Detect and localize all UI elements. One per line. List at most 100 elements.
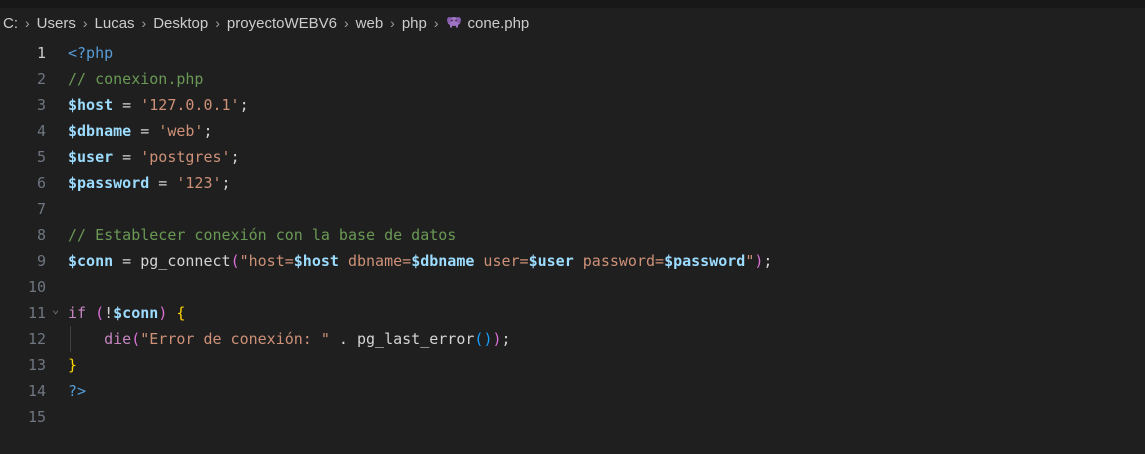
breadcrumb-desktop[interactable]: Desktop xyxy=(153,15,208,32)
code-line[interactable]: 4 $dbname = 'web'; xyxy=(0,118,1145,144)
code-line[interactable]: 1 <?php xyxy=(0,40,1145,66)
line-number: 11 xyxy=(27,304,46,322)
code-line[interactable]: 7 xyxy=(0,196,1145,222)
chevron-right-icon: › xyxy=(215,15,220,31)
code-token: 'web' xyxy=(158,122,204,140)
code-token: . xyxy=(329,330,357,348)
code-token: $dbname xyxy=(411,252,475,270)
code-text: $host = '127.0.0.1'; xyxy=(68,92,249,118)
line-number: 1 xyxy=(36,44,46,62)
code-line[interactable]: 9 $conn = pg_connect("host=$host dbname=$… xyxy=(0,248,1145,274)
code-token: $host xyxy=(68,96,114,114)
code-token: ; xyxy=(203,122,213,140)
code-token: ; xyxy=(763,252,773,270)
code-token: = xyxy=(113,252,141,270)
chevron-right-icon: › xyxy=(390,15,395,31)
code-token: $password xyxy=(664,252,746,270)
code-token: pg_connect xyxy=(140,252,231,270)
code-text: $dbname = 'web'; xyxy=(68,118,213,144)
line-number: 4 xyxy=(36,122,46,140)
code-token: ; xyxy=(230,148,240,166)
code-text: // Establecer conexión con la base de da… xyxy=(68,222,456,248)
line-number: 14 xyxy=(27,382,46,400)
code-line[interactable]: 10 xyxy=(0,274,1145,300)
line-number: 7 xyxy=(36,200,46,218)
code-token: password= xyxy=(573,252,665,270)
code-text: $user = 'postgres'; xyxy=(68,144,240,170)
code-line[interactable]: 3 $host = '127.0.0.1'; xyxy=(0,92,1145,118)
code-token: ?> xyxy=(68,382,87,400)
line-number: 10 xyxy=(27,278,46,296)
code-editor[interactable]: 1 <?php 2 // conexion.php 3 $host = '127.0.0.… xyxy=(0,38,1145,454)
code-line[interactable]: 12 die("Error de conexión: " . pg_last_e… xyxy=(0,326,1145,352)
breadcrumb-drive[interactable]: C: xyxy=(3,15,18,32)
code-token: if xyxy=(68,304,87,322)
code-line[interactable]: 13} xyxy=(0,352,1145,378)
code-line[interactable]: 5 $user = 'postgres'; xyxy=(0,144,1145,170)
breadcrumb-file[interactable]: cone.php xyxy=(468,15,530,32)
code-token: $dbname xyxy=(68,122,132,140)
code-token: // conexion.php xyxy=(68,70,204,88)
code-token: = xyxy=(113,148,141,166)
chevron-right-icon: › xyxy=(25,15,30,31)
breadcrumb-project[interactable]: proyectoWEBV6 xyxy=(227,15,337,32)
code-token: $conn xyxy=(113,304,159,322)
code-text: $conn = pg_connect("host=$host dbname=$d… xyxy=(68,248,772,274)
code-text: } xyxy=(68,352,77,378)
code-token: } xyxy=(68,356,78,374)
line-number: 8 xyxy=(36,226,46,244)
line-number: 12 xyxy=(27,330,46,348)
code-token: { xyxy=(176,304,186,322)
code-token: "Error de conexión: " xyxy=(140,330,330,348)
code-text: if (!$conn) { xyxy=(68,300,185,326)
code-token: ! xyxy=(104,304,114,322)
chevron-down-icon[interactable]: ⌄ xyxy=(52,296,59,322)
breadcrumb-php[interactable]: php xyxy=(402,15,427,32)
breadcrumb-users[interactable]: Users xyxy=(37,15,76,32)
code-token: '127.0.0.1' xyxy=(140,96,240,114)
code-token: dbname= xyxy=(338,252,412,270)
code-token: = xyxy=(149,174,177,192)
code-line[interactable]: 2 // conexion.php xyxy=(0,66,1145,92)
line-number: 9 xyxy=(36,252,46,270)
code-token: ( xyxy=(230,252,240,270)
code-line[interactable]: 14 ?> xyxy=(0,378,1145,404)
code-token: ; xyxy=(501,330,511,348)
code-token: = xyxy=(113,96,141,114)
chevron-right-icon: › xyxy=(343,15,349,31)
code-token: $conn xyxy=(68,252,114,270)
line-number: 2 xyxy=(36,70,46,88)
code-token: $host xyxy=(293,252,339,270)
code-token: $user xyxy=(528,252,574,270)
code-token: ) xyxy=(492,330,502,348)
code-text: $password = '123'; xyxy=(68,170,231,196)
code-line[interactable]: 6 $password = '123'; xyxy=(0,170,1145,196)
code-text: // conexion.php xyxy=(68,66,203,92)
breadcrumb-lucas[interactable]: Lucas xyxy=(95,15,135,32)
code-line[interactable]: 15 xyxy=(0,404,1145,430)
code-token: pg_last_error xyxy=(357,330,475,348)
code-token: = xyxy=(131,122,159,140)
code-token: $password xyxy=(68,174,150,192)
code-token: ; xyxy=(221,174,231,192)
breadcrumb: C: › Users › Lucas › Desktop › proyectoW… xyxy=(0,8,1145,38)
code-token: ) xyxy=(158,304,168,322)
code-token: ; xyxy=(239,96,249,114)
code-token: user= xyxy=(474,252,529,270)
code-token: '123' xyxy=(176,174,222,192)
chevron-right-icon: › xyxy=(141,15,147,31)
code-line[interactable]: 8 // Establecer conexión con la base de d… xyxy=(0,222,1145,248)
code-text: ?> xyxy=(68,378,86,404)
line-number: 5 xyxy=(36,148,46,166)
code-token: ( xyxy=(131,330,141,348)
line-number: 3 xyxy=(36,96,46,114)
breadcrumb-web[interactable]: web xyxy=(356,15,384,32)
line-number: 15 xyxy=(27,408,46,426)
code-token: <?php xyxy=(68,44,114,62)
chevron-right-icon: › xyxy=(82,15,88,31)
php-elephant-icon xyxy=(446,17,461,28)
code-line[interactable]: 11 ⌄ if (!$conn) { xyxy=(0,300,1145,326)
title-strip xyxy=(0,0,1145,8)
